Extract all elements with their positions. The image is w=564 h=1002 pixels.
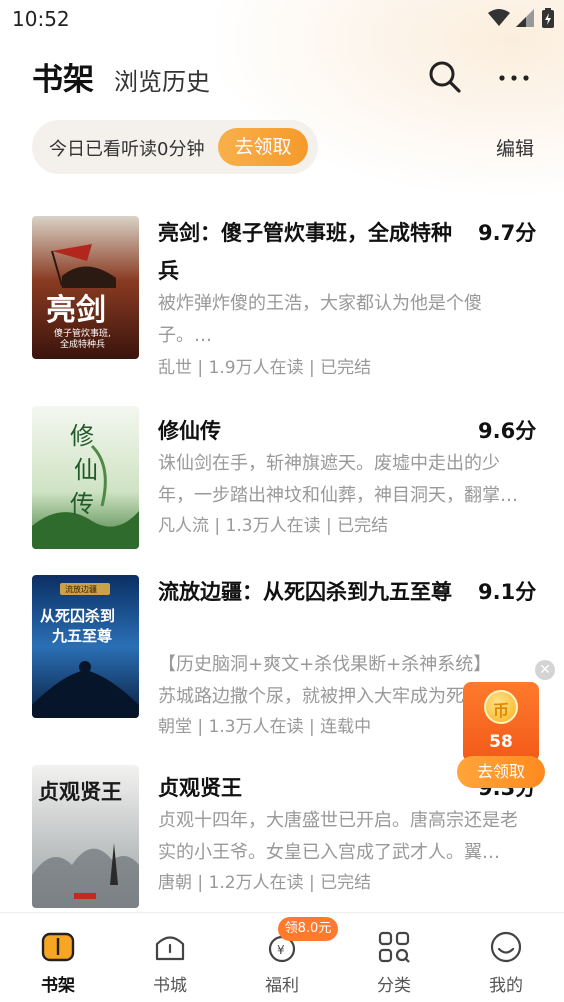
nav-label: 书架 bbox=[41, 976, 75, 996]
nav-label: 福利 bbox=[265, 976, 299, 996]
book-meta: 乱世 | 1.9万人在读 | 已完结 bbox=[158, 358, 372, 378]
book-tags: 【历史脑洞+爽文+杀伐果断+杀神系统】 bbox=[158, 654, 492, 675]
svg-text:仙: 仙 bbox=[74, 456, 98, 484]
book-score: 9.6分 bbox=[478, 419, 537, 443]
reward-close-button[interactable]: ✕ bbox=[535, 660, 555, 680]
book-cover[interactable]: 流放边疆 从死囚杀到 九五至尊 bbox=[32, 575, 139, 718]
reading-time-banner: 今日已看听读0分钟 去领取 bbox=[32, 120, 318, 174]
search-icon bbox=[429, 61, 461, 93]
status-icons bbox=[488, 8, 554, 28]
nav-item-category[interactable]: 分类 bbox=[338, 913, 450, 1002]
top-header: 书架 浏览历史 bbox=[0, 52, 564, 102]
book-item[interactable]: 亮剑 傻子管炊事班, 全成特种兵 亮剑：傻子管炊事班，全成特种兵 9.7分 被炸… bbox=[0, 214, 564, 378]
signal-icon bbox=[516, 9, 534, 27]
book-title[interactable]: 贞观贤王 bbox=[158, 769, 458, 807]
book-cover[interactable]: 修 仙 传 bbox=[32, 406, 139, 549]
reward-claim-button[interactable]: 去领取 bbox=[457, 756, 545, 788]
nav-item-bookshelf[interactable]: 书架 bbox=[2, 913, 114, 1002]
claim-reward-button[interactable]: 去领取 bbox=[218, 128, 308, 166]
book-title[interactable]: 亮剑：傻子管炊事班，全成特种兵 bbox=[158, 214, 458, 290]
tab-browse-history[interactable]: 浏览历史 bbox=[114, 62, 210, 97]
book-item[interactable]: 修 仙 传 修仙传 9.6分 诛仙剑在手，斩神旗遮天。废墟中走出的少年，一步踏出… bbox=[0, 406, 564, 556]
book-description: 诛仙剑在手，斩神旗遮天。废墟中走出的少年，一步踏出神坟和仙葬，神目洞天，翻掌… bbox=[158, 453, 518, 506]
close-icon: ✕ bbox=[539, 662, 551, 678]
svg-text:贞观贤王: 贞观贤王 bbox=[38, 779, 122, 804]
book-title[interactable]: 流放边疆：从死囚杀到九五至尊 bbox=[158, 573, 458, 611]
svg-text:¥: ¥ bbox=[277, 943, 285, 957]
svg-text:传: 传 bbox=[70, 490, 94, 518]
more-icon bbox=[499, 75, 529, 81]
tab-bookshelf[interactable]: 书架 bbox=[32, 54, 94, 99]
book-score: 9.7分 bbox=[478, 221, 537, 245]
reward-float-card[interactable]: 币 58 bbox=[463, 682, 539, 762]
book-meta: 唐朝 | 1.2万人在读 | 已完结 bbox=[158, 873, 372, 893]
book-meta: 朝堂 | 1.3万人在读 | 连载中 bbox=[158, 717, 372, 737]
svg-text:从死囚杀到: 从死囚杀到 bbox=[40, 607, 115, 625]
book-description: 贞观十四年，大唐盛世已开启。唐高宗还是老实的小王爷。女皇已入宫成了武才人。翼… bbox=[158, 810, 518, 863]
book-cover[interactable]: 亮剑 傻子管炊事班, 全成特种兵 bbox=[32, 216, 139, 359]
book-title[interactable]: 修仙传 bbox=[158, 412, 458, 450]
book-description: 被炸弹炸傻的王浩，大家都认为他是个傻子。… bbox=[158, 293, 482, 346]
category-icon bbox=[378, 931, 410, 963]
bookshelf-icon bbox=[41, 932, 75, 962]
book-score: 9.1分 bbox=[478, 580, 537, 604]
cover-title: 亮剑 bbox=[46, 293, 106, 328]
nav-label: 我的 bbox=[489, 976, 523, 996]
more-button[interactable] bbox=[494, 58, 534, 96]
nav-item-bookstore[interactable]: 书城 bbox=[114, 913, 226, 1002]
nav-label: 分类 bbox=[377, 976, 411, 996]
book-meta: 凡人流 | 1.3万人在读 | 已完结 bbox=[158, 516, 389, 536]
nav-item-profile[interactable]: 我的 bbox=[450, 913, 562, 1002]
svg-text:修: 修 bbox=[70, 422, 94, 450]
bookstore-icon bbox=[155, 936, 185, 961]
profile-icon bbox=[490, 931, 522, 963]
welfare-badge: 领8.0元 bbox=[278, 917, 338, 941]
edit-button[interactable]: 编辑 bbox=[496, 134, 534, 161]
search-button[interactable] bbox=[426, 58, 464, 96]
wifi-icon bbox=[488, 9, 510, 26]
status-time: 10:52 bbox=[12, 7, 70, 31]
svg-text:全成特种兵: 全成特种兵 bbox=[60, 338, 105, 350]
svg-text:流放边疆: 流放边疆 bbox=[65, 584, 97, 594]
book-cover[interactable]: 贞观贤王 bbox=[32, 765, 139, 908]
nav-label: 书城 bbox=[153, 976, 187, 996]
coin-count: 58 bbox=[489, 732, 513, 752]
coin-icon: 币 bbox=[484, 690, 518, 724]
battery-icon bbox=[542, 8, 554, 28]
status-bar: 10:52 bbox=[0, 0, 564, 40]
reading-time-text: 今日已看听读0分钟 bbox=[49, 139, 205, 160]
svg-text:傻子管炊事班,: 傻子管炊事班, bbox=[54, 327, 111, 339]
svg-text:九五至尊: 九五至尊 bbox=[51, 627, 112, 645]
